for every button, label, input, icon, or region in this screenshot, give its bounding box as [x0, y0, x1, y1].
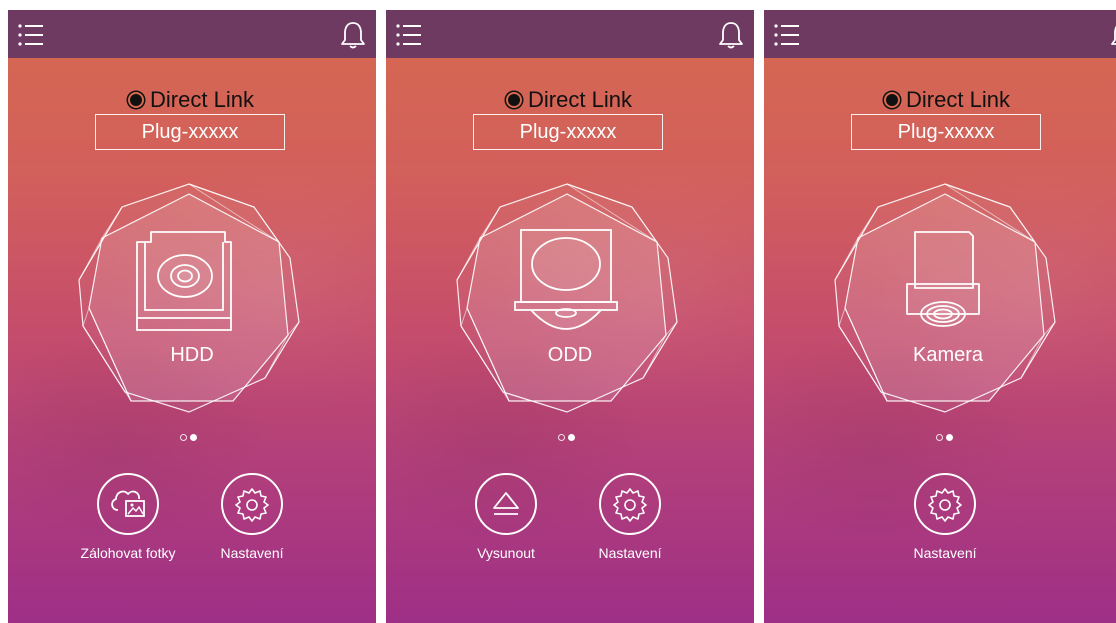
page-dot-active	[568, 434, 575, 441]
direct-link-radio[interactable]: Direct Link	[764, 86, 1116, 114]
direct-link-radio[interactable]: Direct Link	[8, 86, 376, 114]
menu-icon[interactable]	[16, 22, 46, 48]
settings-circle	[221, 473, 283, 535]
device-name-box[interactable]: Plug-xxxxx	[851, 114, 1041, 150]
bell-icon[interactable]	[340, 20, 366, 50]
page-indicator	[556, 433, 580, 443]
eject-label: Vysunout	[477, 545, 535, 561]
settings-button[interactable]: Nastavení	[580, 473, 680, 573]
direct-link-radio[interactable]: Direct Link	[386, 86, 754, 114]
menu-icon[interactable]	[394, 22, 424, 48]
bell-icon[interactable]	[718, 20, 744, 50]
phone-screen-odd: Direct Link Plug-xxxxx ODD Vysunout Nast…	[386, 10, 754, 623]
direct-link-label: Direct Link	[906, 87, 1010, 112]
gear-icon	[613, 488, 647, 522]
page-indicator	[934, 433, 958, 443]
top-bar	[8, 10, 376, 58]
hdd-icon	[136, 231, 232, 331]
settings-button[interactable]: Nastavení	[895, 473, 995, 573]
camera-device-button[interactable]	[831, 180, 1059, 414]
gear-icon	[928, 488, 962, 522]
odd-device-button[interactable]	[453, 180, 681, 414]
device-name-box[interactable]: Plug-xxxxx	[473, 114, 663, 150]
camera-icon	[906, 231, 980, 327]
top-bar	[764, 10, 1116, 58]
bell-icon[interactable]	[1110, 20, 1116, 50]
eject-button[interactable]: Vysunout	[456, 473, 556, 573]
phone-screen-hdd: Direct Link Plug-xxxxx HDD Zálohovat fot…	[8, 10, 376, 623]
cloud-photo-backup-icon	[111, 490, 145, 517]
settings-label: Nastavení	[220, 545, 284, 561]
direct-link-label: Direct Link	[150, 87, 254, 112]
settings-button[interactable]: Nastavení	[202, 473, 302, 573]
radio-selected-icon	[130, 94, 143, 106]
phone-screen-camera: Direct Link Plug-xxxxx Kamera Nastavení	[764, 10, 1116, 623]
eject-circle	[475, 473, 537, 535]
menu-icon[interactable]	[772, 22, 802, 48]
device-name-box[interactable]: Plug-xxxxx	[95, 114, 285, 150]
direct-link-label: Direct Link	[528, 87, 632, 112]
backup-photos-label: Zálohovat fotky	[80, 545, 176, 561]
backup-photos-button[interactable]: Zálohovat fotky	[78, 473, 178, 573]
gear-icon	[235, 488, 269, 522]
settings-label: Nastavení	[913, 545, 977, 561]
settings-label: Nastavení	[598, 545, 662, 561]
eject-icon	[493, 492, 519, 515]
settings-circle	[599, 473, 661, 535]
page-indicator	[178, 433, 202, 443]
radio-selected-icon	[508, 94, 521, 106]
page-dot-inactive	[180, 434, 187, 441]
page-dot-active	[946, 434, 953, 441]
page-dot-inactive	[558, 434, 565, 441]
hdd-device-button[interactable]	[75, 180, 303, 414]
settings-circle	[914, 473, 976, 535]
backup-photos-circle	[97, 473, 159, 535]
top-bar	[386, 10, 754, 58]
page-dot-inactive	[936, 434, 943, 441]
page-dot-active	[190, 434, 197, 441]
radio-selected-icon	[886, 94, 899, 106]
